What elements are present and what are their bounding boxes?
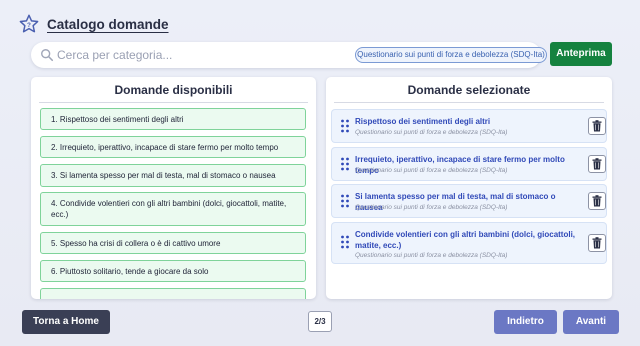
star-icon: ? <box>19 14 39 33</box>
selected-question-title: Condivide volentieri con gli altri bambi… <box>355 230 576 250</box>
available-question-item[interactable]: 2. Irrequieto, iperattivo, incapace di s… <box>40 136 306 158</box>
search-icon <box>41 49 54 62</box>
available-question-item[interactable] <box>40 288 306 299</box>
page-title: Catalogo domande <box>47 16 169 32</box>
available-question-item[interactable]: 1. Rispettoso dei sentimenti degli altri <box>40 108 306 130</box>
delete-button[interactable] <box>588 117 606 135</box>
available-question-item[interactable]: 5. Spesso ha crisi di collera o è di cat… <box>40 232 306 254</box>
category-filter-chip[interactable]: Questionario sui punti di forza e debole… <box>355 47 547 63</box>
delete-button[interactable] <box>588 155 606 173</box>
trash-icon <box>592 195 602 207</box>
selected-questions-panel: Domande selezionate Rispettoso dei senti… <box>326 77 612 299</box>
selected-question-item[interactable]: Condivide volentieri con gli altri bambi… <box>332 223 606 263</box>
svg-text:?: ? <box>27 22 31 29</box>
selected-question-item[interactable]: Rispettoso dei sentimenti degli altri Qu… <box>332 110 606 142</box>
delete-button[interactable] <box>588 192 606 210</box>
header: ? Catalogo domande <box>18 12 169 36</box>
page-indicator: 2/3 <box>308 311 332 332</box>
home-button[interactable]: Torna a Home <box>22 310 110 334</box>
available-panel-title: Domande disponibili <box>114 83 233 97</box>
divider <box>39 102 308 103</box>
drag-handle-icon[interactable] <box>340 157 350 171</box>
selected-question-item[interactable]: Si lamenta spesso per mal di testa, mal … <box>332 185 606 217</box>
trash-icon <box>592 237 602 249</box>
delete-button[interactable] <box>588 234 606 252</box>
available-question-item[interactable]: 4. Condivide volentieri con gli altri ba… <box>40 192 306 226</box>
trash-icon <box>592 120 602 132</box>
trash-icon <box>592 158 602 170</box>
selected-question-category: Questionario sui punti di forza e debole… <box>355 129 508 136</box>
back-button[interactable]: Indietro <box>494 310 557 334</box>
next-button[interactable]: Avanti <box>563 310 619 334</box>
divider <box>334 102 604 103</box>
available-question-item[interactable]: 6. Piuttosto solitario, tende a giocare … <box>40 260 306 282</box>
drag-handle-icon[interactable] <box>340 119 350 133</box>
selected-question-category: Questionario sui punti di forza e debole… <box>355 167 508 174</box>
selected-question-category: Questionario sui punti di forza e debole… <box>355 204 508 211</box>
search-input[interactable] <box>57 46 277 64</box>
search-bar: Questionario sui punti di forza e debole… <box>31 42 566 68</box>
drag-handle-icon[interactable] <box>340 194 350 208</box>
selected-question-title: Rispettoso dei sentimenti degli altri <box>355 117 491 126</box>
available-question-item[interactable]: 3. Si lamenta spesso per mal di testa, m… <box>40 164 306 187</box>
selected-question-category: Questionario sui punti di forza e debole… <box>355 252 508 259</box>
available-questions-panel: Domande disponibili 1. Rispettoso dei se… <box>31 77 316 299</box>
drag-handle-icon[interactable] <box>340 235 350 249</box>
preview-button[interactable]: Anteprima <box>550 42 612 66</box>
app-window: ? Catalogo domande Questionario sui punt… <box>0 0 640 346</box>
selected-panel-title: Domande selezionate <box>407 83 531 97</box>
selected-question-item[interactable]: Irrequieto, iperattivo, incapace di star… <box>332 148 606 180</box>
